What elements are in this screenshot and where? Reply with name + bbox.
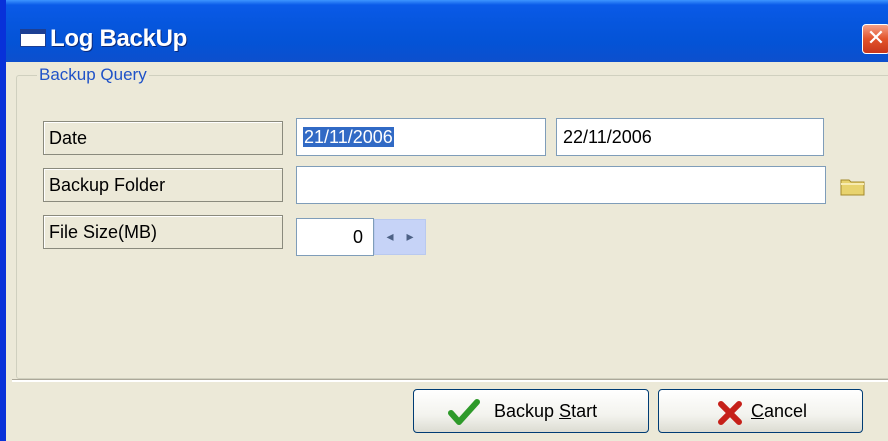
x-icon [718,401,742,425]
date-label: Date [43,121,283,155]
backup-folder-label: Backup Folder [43,168,283,202]
cancel-label: Cancel [751,401,808,421]
date-from-value: 21/11/2006 [303,127,394,147]
log-backup-window: Log BackUp ✕ Backup Query Date 21/11/200… [0,0,888,441]
window-title: Log BackUp [50,25,188,52]
check-icon [448,399,480,425]
group-title: Backup Query [37,65,149,85]
backup-start-button[interactable]: Backup Start [413,389,649,433]
close-button[interactable]: ✕ [862,24,888,54]
spin-decrease-icon[interactable]: ◂ [380,220,400,254]
file-size-field[interactable]: 0 [296,218,374,256]
backup-start-label: Backup Start [494,401,598,421]
title-bar[interactable]: Log BackUp ✕ [6,0,888,62]
date-from-field[interactable]: 21/11/2006 [296,118,546,156]
spin-increase-icon[interactable]: ▸ [400,220,420,254]
file-size-spinner[interactable]: ◂ ▸ [374,219,426,255]
window-icon [20,29,46,47]
folder-browse-icon[interactable] [840,176,866,196]
cancel-button[interactable]: Cancel [658,389,863,433]
date-to-field[interactable]: 22/11/2006 [556,118,824,156]
backup-folder-field[interactable] [296,166,826,204]
footer-divider [12,379,888,382]
file-size-label: File Size(MB) [43,215,283,249]
